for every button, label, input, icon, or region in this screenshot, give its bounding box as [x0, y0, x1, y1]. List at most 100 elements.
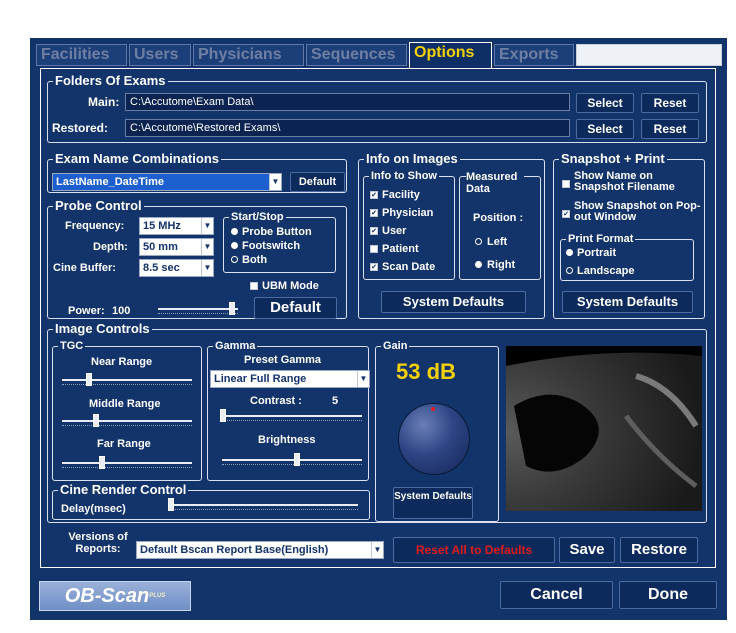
tgc-group: TGC Near Range Middle Range Far Range	[52, 340, 202, 481]
scan-date-checkbox[interactable]: ✔	[370, 263, 378, 271]
power-slider-thumb[interactable]	[229, 302, 235, 315]
restore-button[interactable]: Restore	[620, 537, 698, 563]
near-range-thumb[interactable]	[86, 373, 92, 386]
probe-control-title: Probe Control	[53, 198, 144, 214]
probe-button-radio[interactable]	[231, 228, 238, 235]
both-radio[interactable]	[231, 256, 238, 263]
snapshot-print-group: Snapshot + Print Show Name on Snapshot F…	[553, 151, 705, 319]
folders-group: Folders Of Exams Main: C:\Accutome\Exam …	[47, 73, 707, 143]
power-slider-ticks	[158, 313, 238, 316]
frequency-select[interactable]: 15 MHz ▼	[139, 217, 214, 235]
main-reset-button[interactable]: Reset	[641, 93, 699, 113]
landscape-radio[interactable]	[566, 267, 573, 274]
left-radio[interactable]	[475, 238, 482, 245]
far-range-thumb[interactable]	[99, 456, 105, 469]
info-on-images-group: Info on Images Info to Show ✔ Facility ✔…	[358, 151, 545, 319]
physician-checkbox[interactable]: ✔	[370, 209, 378, 217]
print-format-title: Print Format	[566, 233, 636, 246]
facility-checkbox[interactable]: ✔	[370, 191, 378, 199]
middle-range-thumb[interactable]	[93, 414, 99, 427]
brightness-thumb[interactable]	[294, 453, 300, 466]
restored-reset-button[interactable]: Reset	[641, 119, 699, 139]
tab-options[interactable]: Options	[409, 42, 492, 68]
measured-data-group: Measured Data Position : Left Right	[459, 171, 541, 280]
physician-label: Physician	[382, 207, 434, 219]
cancel-button[interactable]: Cancel	[500, 581, 613, 609]
cine-render-title: Cine Render Control	[58, 482, 189, 498]
portrait-radio[interactable]	[566, 249, 573, 256]
show-popout-checkbox[interactable]: ✔	[562, 210, 570, 218]
gamma-title: Gamma	[213, 340, 258, 353]
gain-knob[interactable]	[398, 403, 470, 475]
delay-label: Delay(msec)	[61, 503, 126, 515]
depth-select[interactable]: 50 mm ▼	[139, 238, 214, 256]
exam-name-default-button[interactable]: Default	[290, 172, 345, 192]
power-slider-track[interactable]	[158, 308, 238, 310]
preset-gamma-select[interactable]: Linear Full Range ▼	[210, 370, 370, 388]
both-label: Both	[242, 254, 268, 266]
contrast-label: Contrast :	[250, 395, 302, 407]
ubm-mode-checkbox[interactable]	[250, 282, 258, 290]
done-button[interactable]: Done	[619, 581, 717, 609]
gain-value: 53 dB	[396, 359, 456, 384]
gamma-group: Gamma Preset Gamma Linear Full Range ▼ C…	[207, 340, 370, 481]
middle-range-label: Middle Range	[89, 398, 161, 410]
patient-checkbox[interactable]	[370, 245, 378, 253]
exam-name-select[interactable]: LastName_DateTime ▼	[52, 173, 282, 191]
ultrasound-preview	[506, 346, 702, 511]
tab-empty	[576, 44, 722, 66]
tab-facilities[interactable]: Facilities	[36, 44, 127, 66]
contrast-thumb[interactable]	[220, 409, 226, 422]
ob-scan-logo: OB-ScanPLUS	[39, 581, 191, 611]
user-label: User	[382, 225, 407, 237]
print-format-group: Print Format Portrait Landscape	[560, 233, 694, 281]
tab-exports[interactable]: Exports	[494, 44, 574, 66]
delay-thumb[interactable]	[168, 498, 174, 511]
show-name-checkbox[interactable]	[562, 180, 570, 188]
near-range-label: Near Range	[91, 356, 153, 368]
versions-of-reports-select[interactable]: Default Bscan Report Base(English) ▼	[136, 541, 384, 559]
contrast-track[interactable]	[222, 415, 362, 417]
exam-name-group: Exam Name Combinations LastName_DateTime…	[47, 151, 347, 193]
tab-physicians[interactable]: Physicians	[193, 44, 304, 66]
tab-sequences[interactable]: Sequences	[306, 44, 407, 66]
gain-title: Gain	[381, 340, 410, 353]
chevron-down-icon: ▼	[201, 260, 213, 276]
far-range-track[interactable]	[62, 462, 192, 464]
snapshot-system-defaults-button[interactable]: System Defaults	[562, 291, 693, 313]
tab-users[interactable]: Users	[129, 44, 191, 66]
facility-label: Facility	[382, 189, 420, 201]
start-stop-title: Start/Stop	[229, 211, 286, 224]
versions-of-reports-value: Default Bscan Report Base(English)	[140, 544, 329, 556]
footswitch-radio[interactable]	[231, 242, 238, 249]
far-range-ticks	[62, 467, 192, 470]
patient-label: Patient	[382, 243, 419, 255]
logo-sup: PLUS	[149, 593, 166, 599]
ultrasound-scan-image	[506, 352, 702, 511]
preset-gamma-label: Preset Gamma	[244, 354, 322, 366]
middle-range-track[interactable]	[62, 420, 192, 422]
gain-system-defaults-button[interactable]: System Defaults	[393, 487, 473, 519]
info-system-defaults-button[interactable]: System Defaults	[381, 291, 526, 313]
image-controls-group: Image Controls TGC Near Range Middle Ran…	[47, 321, 707, 523]
restored-select-button[interactable]: Select	[576, 119, 634, 139]
cine-buffer-value: 8.5 sec	[143, 262, 180, 274]
main-select-button[interactable]: Select	[576, 93, 634, 113]
cine-buffer-select[interactable]: 8.5 sec ▼	[139, 259, 214, 277]
show-name-label: Show Name on Snapshot Filename	[574, 170, 675, 193]
main-folder-field[interactable]: C:\Accutome\Exam Data\	[125, 93, 570, 111]
delay-track[interactable]	[168, 504, 358, 506]
reset-all-defaults-button[interactable]: Reset All to Defaults	[393, 537, 555, 563]
folders-title: Folders Of Exams	[53, 73, 168, 89]
near-range-track[interactable]	[62, 379, 192, 381]
restored-folder-field[interactable]: C:\Accutome\Restored Exams\	[125, 119, 570, 137]
power-value: 100	[112, 305, 131, 317]
right-radio[interactable]	[475, 261, 482, 268]
user-checkbox[interactable]: ✔	[370, 227, 378, 235]
middle-range-ticks	[62, 425, 192, 428]
probe-default-button[interactable]: Default	[254, 297, 337, 319]
info-to-show-group: Info to Show ✔ Facility ✔ Physician ✔ Us…	[363, 170, 455, 280]
brightness-track[interactable]	[222, 459, 362, 461]
preset-gamma-value: Linear Full Range	[214, 373, 307, 385]
save-button[interactable]: Save	[559, 537, 615, 563]
